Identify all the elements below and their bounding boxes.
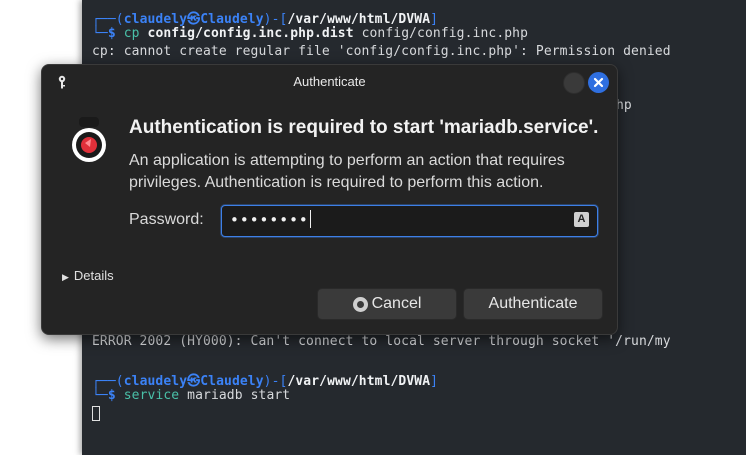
dialog-title: Authenticate	[293, 74, 366, 89]
prompt-user: claudely	[123, 12, 188, 27]
password-field[interactable]: •••••••• A	[221, 205, 598, 237]
prompt-line-2: ┌──(claudely㉿Claudely)-[/var/www/html/DV…	[92, 374, 439, 389]
cancel-button-label: Cancel	[371, 295, 422, 312]
password-label: Password:	[129, 211, 204, 228]
dialog-heading: Authentication is required to start 'mar…	[129, 117, 599, 138]
cancel-button[interactable]: Cancel	[317, 288, 457, 320]
cancel-icon	[352, 296, 368, 312]
terminal-cursor	[92, 406, 100, 421]
command-line-2: └─$ service mariadb start	[92, 388, 291, 403]
disclosure-triangle-icon: ▶	[62, 272, 69, 282]
prompt-path: /var/www/html/DVWA	[287, 12, 431, 27]
command-name: cp	[123, 26, 140, 41]
minimize-icon[interactable]	[563, 72, 585, 94]
authenticate-dialog: Authenticate Authentication is required …	[41, 64, 618, 335]
close-icon[interactable]	[588, 72, 609, 93]
dialog-description: An application is attempting to perform …	[129, 152, 565, 191]
terminal-output-partial: hp	[616, 98, 632, 113]
prompt-line-1: ┌──(claudely㉿Claudely)-[/var/www/html/DV…	[92, 12, 439, 27]
capslock-icon: A	[574, 212, 589, 227]
dialog-titlebar[interactable]: Authenticate	[42, 65, 617, 99]
password-value: ••••••••	[230, 210, 311, 229]
terminal-output-cp-error: cp: cannot create regular file 'config/c…	[92, 44, 671, 59]
terminal-output-mysql-error: ERROR 2002 (HY000): Can't connect to loc…	[92, 334, 671, 349]
terminal-cursor-line[interactable]	[92, 406, 100, 422]
authenticate-button[interactable]: Authenticate	[463, 288, 603, 320]
command-line-1: └─$ cp config/config.inc.php.dist config…	[92, 26, 529, 41]
authentication-icon	[70, 117, 108, 169]
authenticate-button-label: Authenticate	[488, 295, 578, 312]
details-label: Details	[73, 268, 114, 283]
details-expander[interactable]: ▶ Details	[62, 268, 114, 283]
